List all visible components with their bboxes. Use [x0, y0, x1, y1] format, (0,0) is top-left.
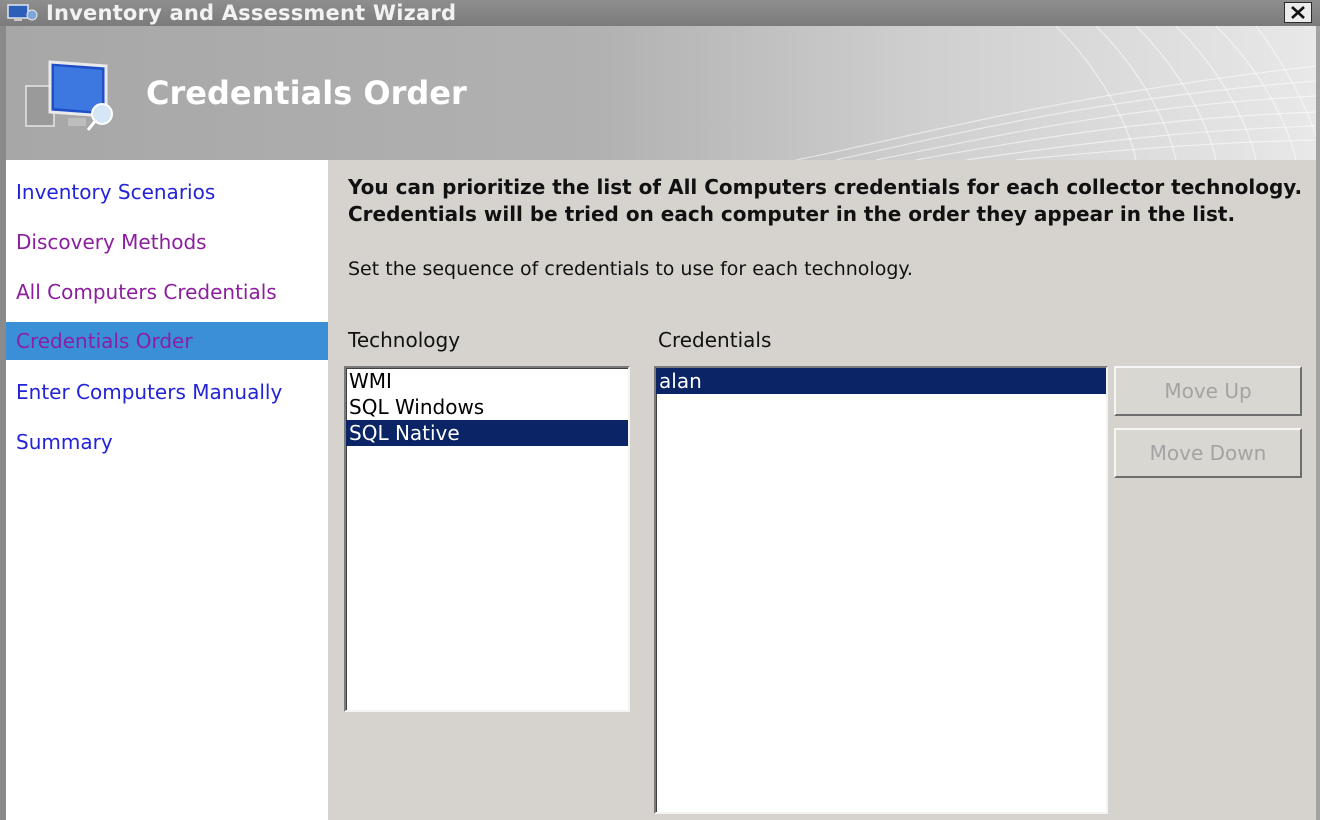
computer-icon: [7, 4, 38, 21]
credential-item-alan[interactable]: alan: [656, 368, 1106, 394]
window-title: Inventory and Assessment Wizard: [46, 1, 457, 25]
title-bar: Inventory and Assessment Wizard: [0, 0, 1320, 26]
close-button[interactable]: [1284, 2, 1312, 23]
wizard-header: Credentials Order: [6, 26, 1316, 160]
monitor-icon: [25, 60, 113, 131]
main-content: You can prioritize the list of All Compu…: [328, 160, 1316, 820]
wizard-steps-sidebar: Inventory Scenarios Discovery Methods Al…: [6, 160, 328, 820]
window-frame-right: [1316, 26, 1320, 820]
technology-item-wmi[interactable]: WMI: [346, 368, 628, 394]
technology-item-sql-native[interactable]: SQL Native: [346, 420, 628, 446]
sidebar-item-summary[interactable]: Summary: [6, 423, 328, 461]
technology-label: Technology: [348, 328, 461, 352]
credentials-label: Credentials: [658, 328, 772, 352]
move-down-button[interactable]: Move Down: [1114, 428, 1302, 478]
sidebar-item-all-computers-credentials[interactable]: All Computers Credentials: [6, 273, 328, 311]
move-up-button[interactable]: Move Up: [1114, 366, 1302, 416]
close-icon: [1291, 6, 1305, 19]
sidebar-item-credentials-order[interactable]: Credentials Order: [6, 322, 328, 360]
credentials-listbox[interactable]: alan: [654, 366, 1108, 814]
sidebar-item-discovery-methods[interactable]: Discovery Methods: [6, 223, 328, 261]
header-wave-decoration: [796, 26, 1316, 160]
technology-item-sql-windows[interactable]: SQL Windows: [346, 394, 628, 420]
technology-listbox[interactable]: WMI SQL Windows SQL Native: [344, 366, 630, 712]
intro-text: You can prioritize the list of All Compu…: [348, 174, 1308, 228]
intro-line-2: Credentials will be tried on each comput…: [348, 202, 1236, 226]
intro-line-1: You can prioritize the list of All Compu…: [348, 175, 1303, 199]
page-title: Credentials Order: [146, 74, 467, 112]
sidebar-item-enter-computers-manually[interactable]: Enter Computers Manually: [6, 373, 328, 411]
instruction-text: Set the sequence of credentials to use f…: [348, 258, 913, 280]
sidebar-item-inventory-scenarios[interactable]: Inventory Scenarios: [6, 173, 328, 211]
